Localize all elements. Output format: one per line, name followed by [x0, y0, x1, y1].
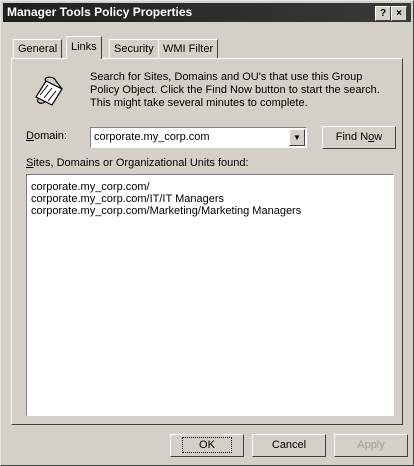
ok-button[interactable]: OK — [170, 434, 244, 457]
tab-security[interactable]: Security — [109, 39, 159, 58]
find-now-label-a: Find N — [335, 131, 369, 143]
domain-label: Domain: — [26, 130, 67, 142]
list-item[interactable]: corporate.my_corp.com/ — [28, 181, 301, 193]
list-item[interactable]: corporate.my_corp.com/Marketing/Marketin… — [28, 205, 301, 217]
cancel-button[interactable]: Cancel — [252, 434, 326, 457]
links-panel: Search for Sites, Domains and OU's that … — [11, 58, 403, 425]
list-item[interactable]: corporate.my_corp.com/IT/IT Managers — [28, 193, 301, 205]
ok-label: OK — [182, 437, 232, 453]
find-now-label-b: w — [374, 131, 383, 143]
found-label-text: ites, Domains or Organizational Units fo… — [33, 157, 249, 169]
dropdown-arrow-icon[interactable]: ▼ — [289, 129, 305, 146]
tab-wmi-filter[interactable]: WMI Filter — [158, 39, 219, 58]
close-button[interactable]: × — [391, 6, 407, 21]
search-links-icon — [32, 73, 68, 109]
domain-combo[interactable]: corporate.my_corp.com ▼ — [90, 127, 307, 148]
domain-value: corporate.my_corp.com — [94, 131, 210, 143]
tab-general[interactable]: General — [13, 39, 63, 58]
domain-label-accel: D — [26, 130, 34, 142]
results-list[interactable]: corporate.my_corp.com/ corporate.my_corp… — [26, 174, 394, 416]
tab-links[interactable]: Links — [66, 36, 102, 59]
domain-label-text: omain: — [33, 130, 67, 142]
window-title: Manager Tools Policy Properties — [7, 5, 193, 19]
found-label: Sites, Domains or Organizational Units f… — [26, 157, 249, 169]
help-button[interactable]: ? — [375, 6, 391, 21]
search-description: Search for Sites, Domains and OU's that … — [90, 71, 380, 109]
apply-button[interactable]: Apply — [334, 434, 408, 457]
find-now-button[interactable]: Find Now — [322, 126, 396, 149]
properties-dialog: Manager Tools Policy Properties ? × Gene… — [0, 0, 414, 466]
title-bar[interactable]: Manager Tools Policy Properties ? × — [3, 3, 411, 22]
